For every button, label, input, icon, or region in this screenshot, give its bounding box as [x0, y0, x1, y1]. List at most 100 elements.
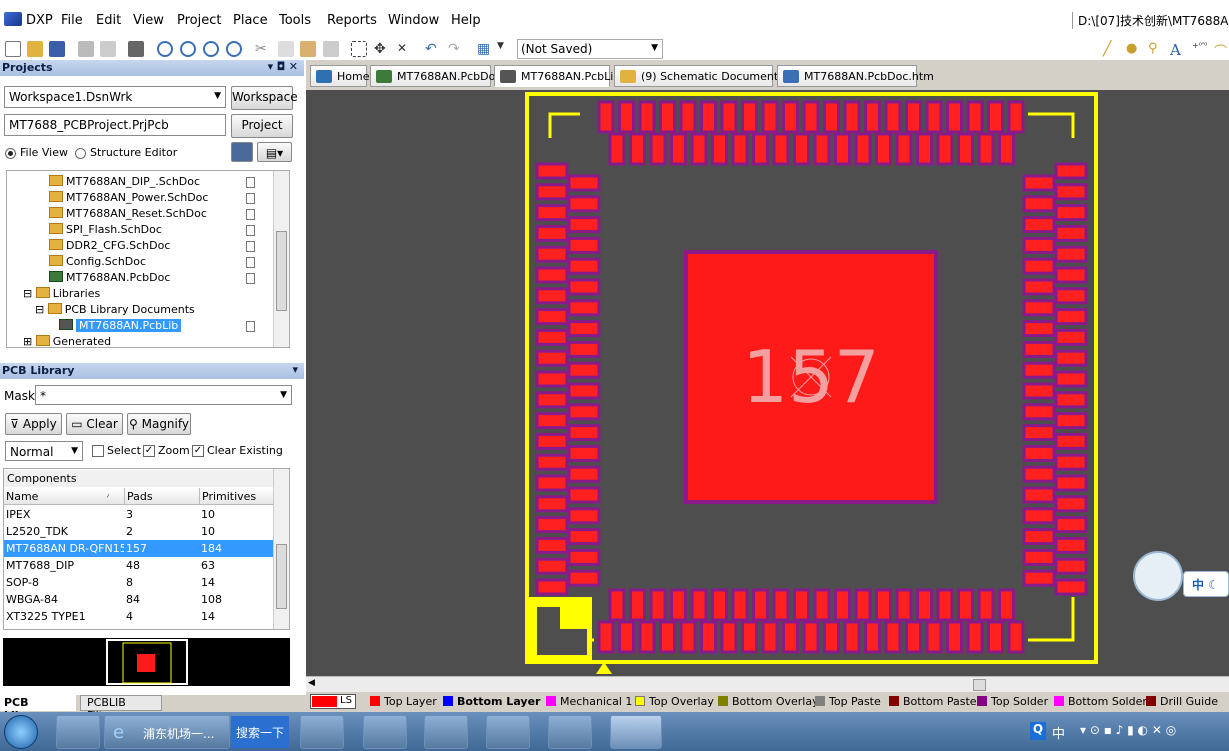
- clear-existing-checkbox[interactable]: ✓: [192, 445, 204, 457]
- tree-item[interactable]: MT7688AN_Reset.SchDoc: [49, 206, 207, 222]
- zoom-checkbox[interactable]: ✓: [143, 445, 155, 457]
- taskbar-altium-icon[interactable]: [610, 715, 662, 749]
- menu-tools[interactable]: Tools: [279, 13, 311, 28]
- tree-item[interactable]: SPI_Flash.SchDoc: [49, 222, 162, 238]
- tree-item[interactable]: Config.SchDoc: [49, 254, 146, 270]
- cut-icon[interactable]: ✂: [255, 41, 271, 57]
- open-icon[interactable]: [27, 41, 43, 57]
- scroll-thumb[interactable]: [276, 231, 287, 311]
- taskbar-app-360-icon[interactable]: [56, 715, 100, 749]
- magnify-button[interactable]: ⚲ Magnify: [127, 413, 191, 435]
- menu-dxp[interactable]: DXP: [26, 13, 53, 28]
- zoom-fit-icon[interactable]: [203, 41, 219, 57]
- menu-window[interactable]: Window: [388, 13, 439, 28]
- menu-file[interactable]: File: [61, 13, 83, 28]
- tree-item[interactable]: DDR2_CFG.SchDoc: [49, 238, 170, 254]
- select-area-icon[interactable]: [351, 41, 367, 57]
- ime-indicator[interactable]: 中 ☾: [1183, 571, 1229, 597]
- layer-tab-bottom-paste[interactable]: Bottom Paste: [889, 695, 977, 708]
- tab-home[interactable]: Home: [310, 65, 369, 87]
- redo-icon[interactable]: ↷: [448, 41, 464, 57]
- tab-pcblib-filter[interactable]: PCBLIB Filter: [80, 695, 162, 722]
- dxp-logo-icon[interactable]: [4, 12, 22, 26]
- horizontal-scrollbar[interactable]: ◀: [306, 676, 1229, 692]
- taskbar-explorer-icon[interactable]: [548, 715, 592, 749]
- layer-tab-top-overlay[interactable]: Top Overlay: [635, 695, 714, 708]
- panel-dropdown-icon[interactable]: ▾: [292, 363, 298, 376]
- tree-item-selected[interactable]: MT7688AN.PcbLib: [59, 318, 271, 334]
- tree-item[interactable]: ⊞ Generated: [23, 334, 111, 347]
- taskbar-wechat-icon[interactable]: [486, 715, 530, 749]
- table-row[interactable]: XT3225 TYPE1 4 14: [4, 608, 274, 625]
- arc-icon[interactable]: ⌒: [1214, 41, 1229, 60]
- file-view-radio[interactable]: [5, 148, 16, 159]
- origin-icon[interactable]: +⁰'⁰: [1192, 41, 1208, 57]
- layer-tab-bottom[interactable]: Bottom Layer: [443, 695, 540, 708]
- components-icon[interactable]: [128, 41, 144, 57]
- clear-button[interactable]: ▭ Clear: [66, 413, 123, 435]
- line-icon[interactable]: ╱: [1103, 41, 1119, 57]
- save-icon[interactable]: [49, 41, 65, 57]
- menu-view[interactable]: View: [133, 13, 164, 28]
- zoom-area-icon[interactable]: [226, 41, 242, 57]
- apply-button[interactable]: ⊽ Apply: [5, 413, 62, 435]
- components-scrollbar[interactable]: [273, 469, 289, 629]
- workspace-button[interactable]: Workspace: [231, 86, 298, 110]
- qq-input-icon[interactable]: Q: [1030, 722, 1046, 740]
- print-icon[interactable]: [78, 41, 94, 57]
- new-icon[interactable]: [5, 41, 21, 57]
- tree-item[interactable]: ⊟ Libraries: [23, 286, 100, 302]
- tab-schematic[interactable]: (9) Schematic Document▼: [614, 65, 787, 87]
- move-icon[interactable]: ✥: [374, 41, 390, 57]
- grid-dropdown-icon[interactable]: ▼: [497, 41, 513, 57]
- grid-icon[interactable]: ▦: [477, 41, 493, 57]
- layer-tab-top-paste[interactable]: Top Paste: [815, 695, 881, 708]
- saved-combo[interactable]: (Not Saved) ▼: [517, 39, 663, 59]
- mode-select[interactable]: Normal ▼: [5, 441, 83, 461]
- tab-pcbdoc-htm[interactable]: MT7688AN.PcbDoc.htm: [777, 65, 934, 87]
- layer-tab-drill-guide[interactable]: Drill Guide: [1146, 695, 1218, 708]
- pcb-canvas[interactable]: 157: [306, 90, 1229, 676]
- pad-icon[interactable]: ●: [1126, 41, 1142, 57]
- col-primitives[interactable]: Primitives: [199, 488, 256, 505]
- string-icon[interactable]: A: [1170, 41, 1186, 59]
- menu-reports[interactable]: Reports: [327, 13, 377, 28]
- table-row[interactable]: IPEX 3 10: [4, 506, 274, 523]
- zoom-out-icon[interactable]: [180, 41, 196, 57]
- table-row-selected[interactable]: MT7688AN DR-QFN156 157 184: [4, 540, 274, 557]
- taskbar-calculator-icon[interactable]: [300, 715, 344, 749]
- tab-pcblib[interactable]: MT7688AN.PcbLib: [494, 65, 620, 87]
- paste-icon[interactable]: [300, 41, 316, 57]
- panel-controls-icon[interactable]: ▾ ◘ ✕: [268, 60, 298, 73]
- project-field[interactable]: MT7688_PCBProject.PrjPcb: [4, 114, 226, 136]
- via-icon[interactable]: ⚲: [1148, 41, 1164, 57]
- tab-pcb-library[interactable]: PCB Library: [0, 695, 76, 722]
- copy-icon[interactable]: [278, 41, 294, 57]
- project-button[interactable]: Project: [231, 114, 293, 138]
- compile-icon[interactable]: [231, 142, 253, 162]
- menu-edit[interactable]: Edit: [96, 13, 121, 28]
- tab-pcbdoc[interactable]: MT7688AN.PcbDoc: [370, 65, 501, 87]
- table-row[interactable]: MT7688_DIP 48 63: [4, 557, 274, 574]
- search-button[interactable]: 搜索一下: [231, 716, 289, 748]
- deselect-icon[interactable]: ✕: [397, 41, 413, 57]
- scroll-left-icon[interactable]: ◀: [308, 678, 315, 688]
- structure-editor-radio[interactable]: [75, 148, 86, 159]
- scroll-thumb[interactable]: [276, 544, 287, 609]
- scroll-thumb[interactable]: [973, 679, 986, 691]
- table-row[interactable]: SOP-8 8 14: [4, 574, 274, 591]
- table-row[interactable]: L2520_TDK 2 10: [4, 523, 274, 540]
- col-name[interactable]: Name: [6, 488, 38, 505]
- workspace-combo[interactable]: Workspace1.DsnWrk ▼: [4, 86, 226, 108]
- col-pads[interactable]: Pads: [124, 488, 153, 505]
- layer-tab-mechanical1[interactable]: Mechanical 1: [546, 695, 632, 708]
- menu-project[interactable]: Project: [177, 13, 221, 28]
- tree-item[interactable]: MT7688AN.PcbDoc: [49, 270, 170, 286]
- taskbar-ie-window[interactable]: e 浦东机场一...: [104, 715, 230, 749]
- start-button[interactable]: [4, 715, 38, 749]
- select-checkbox[interactable]: [92, 445, 104, 457]
- layer-tab-top-solder[interactable]: Top Solder: [977, 695, 1048, 708]
- taskbar-app-icon[interactable]: [424, 715, 468, 749]
- layer-tab-bottom-solder[interactable]: Bottom Solder: [1054, 695, 1147, 708]
- current-layer-swatch[interactable]: LS: [310, 694, 356, 709]
